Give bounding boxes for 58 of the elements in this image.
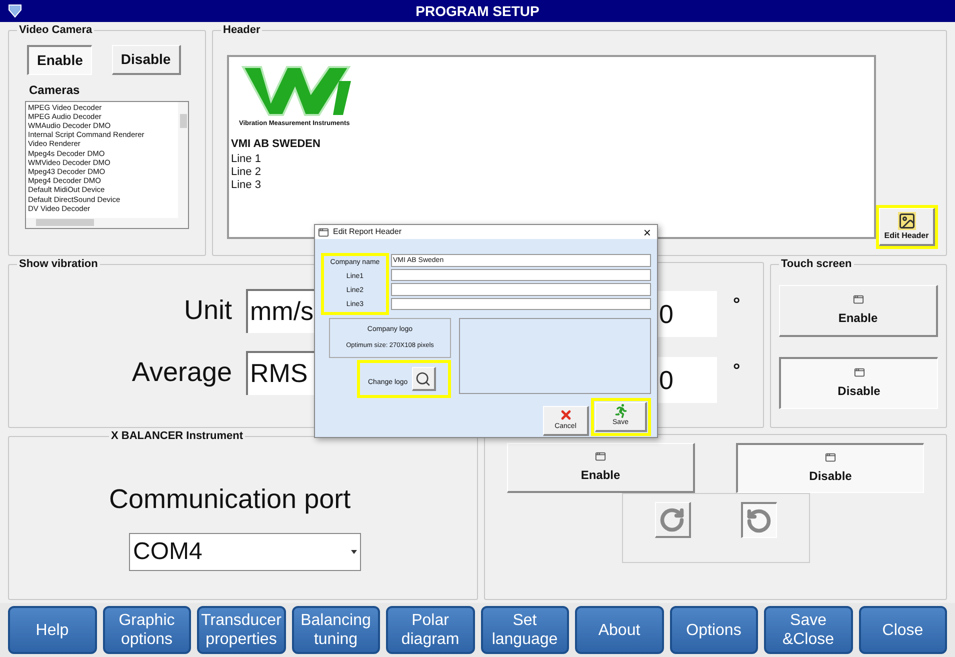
window-icon: [852, 294, 864, 304]
field-label: Unit: [182, 294, 232, 328]
header-line: Line 3: [231, 178, 262, 192]
angle-field[interactable]: 0: [655, 291, 717, 337]
toggle-button[interactable]: Disable: [736, 443, 924, 493]
group-title: X BALANCER Instrument: [110, 429, 244, 444]
toggle-button[interactable]: Disable: [112, 44, 181, 74]
shield-icon: [8, 4, 22, 18]
edit-header-button[interactable]: Edit Header: [879, 208, 935, 246]
field-label: Average: [130, 356, 232, 390]
browse-button[interactable]: [412, 367, 436, 391]
group-title: Show vibration: [18, 257, 99, 272]
toggle-button[interactable]: Enable: [27, 44, 92, 74]
input-field[interactable]: [391, 268, 651, 281]
window-icon: [595, 451, 606, 462]
header-line: Line 2: [231, 166, 262, 179]
dialog-title: Edit Report Header: [333, 226, 402, 238]
port-dropdown[interactable]: COM4: [129, 533, 361, 571]
search-icon: [415, 370, 432, 386]
dropdown-arrow-icon: [351, 550, 357, 554]
runner-icon: [614, 404, 628, 418]
toolbar-button[interactable]: Help: [8, 606, 96, 654]
toolbar-button[interactable]: Set language: [480, 606, 569, 654]
toolbar-button[interactable]: Balancing tuning: [292, 606, 380, 654]
angle-field[interactable]: 0: [655, 357, 717, 403]
group-title: Header: [222, 23, 262, 38]
close-icon: [558, 408, 572, 422]
window-icon: [825, 452, 836, 463]
window-title: PROGRAM SETUP: [416, 2, 540, 20]
company-name: VMI AB SWEDEN: [231, 137, 322, 152]
header-line: Line 1: [231, 152, 262, 166]
toolbar-button[interactable]: About: [575, 606, 664, 654]
group-title: Video Camera: [18, 23, 94, 38]
group-title: Touch screen: [780, 257, 853, 272]
degree-unit: °: [733, 359, 740, 382]
vertical-scrollbar[interactable]: [178, 102, 188, 218]
toolbar-button[interactable]: Close: [858, 606, 947, 654]
input-field[interactable]: [391, 298, 651, 310]
window-icon: [318, 226, 329, 238]
toolbar-button[interactable]: Save &Close: [764, 606, 852, 654]
window-icon: [854, 366, 864, 378]
toolbar-button[interactable]: Transducer properties: [197, 606, 286, 654]
toggle-button[interactable]: Enable: [507, 443, 695, 493]
rotate-clockwise-icon: [659, 506, 685, 532]
toolbar-button[interactable]: Graphic options: [102, 606, 191, 654]
toolbar-button[interactable]: Polar diagram: [386, 606, 474, 654]
port-label: Communication port: [109, 482, 352, 516]
rotate-counterclockwise-icon: [746, 508, 772, 534]
close-button[interactable]: ×: [640, 226, 654, 238]
horizontal-scrollbar[interactable]: [26, 218, 188, 228]
image-icon: [898, 212, 916, 230]
rotate-button[interactable]: [740, 502, 776, 538]
list-label: Cameras: [29, 82, 81, 98]
input-field[interactable]: [391, 283, 651, 296]
toolbar-button[interactable]: Options: [670, 606, 758, 654]
toggle-button[interactable]: Disable: [779, 356, 938, 408]
degree-unit: °: [733, 293, 740, 316]
toggle-button[interactable]: Enable: [779, 284, 938, 336]
